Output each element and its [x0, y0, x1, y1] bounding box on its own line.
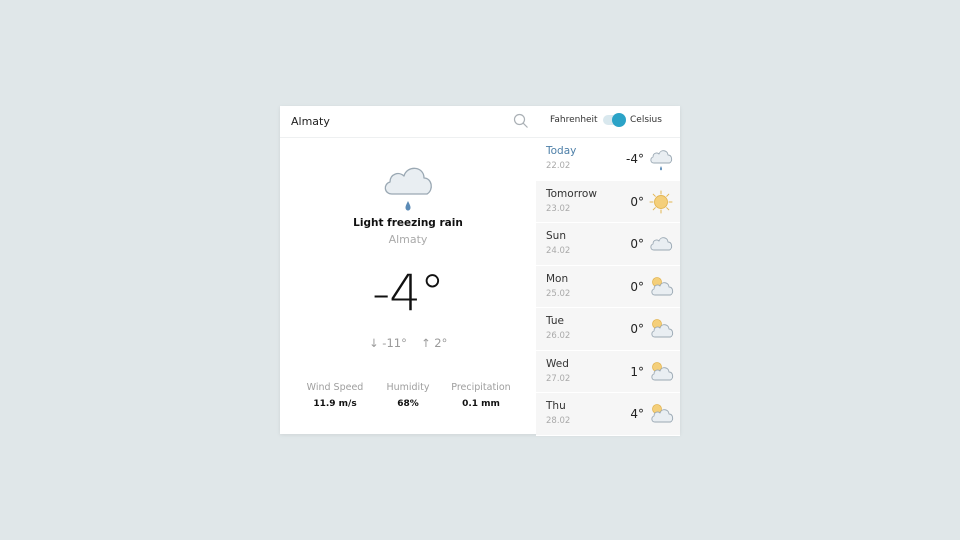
forecast-date: 23.02	[546, 203, 571, 214]
forecast-row-tomorrow[interactable]: Tomorrow 23.02 0°	[536, 180, 680, 223]
partly-cloudy-icon	[651, 404, 674, 423]
forecast-temp: 0°	[630, 279, 644, 294]
forecast-temp: 0°	[630, 237, 644, 251]
sun-icon	[649, 190, 673, 213]
forecast-date: 28.02	[546, 416, 571, 426]
forecast-day: Thu	[546, 400, 566, 412]
weather-card: Fahrenheit Celsius Light freezing rain A…	[280, 106, 680, 436]
forecast-row-sun[interactable]: Sun 24.02 0°	[536, 223, 680, 266]
unit-toggle[interactable]	[603, 113, 626, 127]
cloud-rain-icon	[650, 150, 673, 171]
forecast-temp: 4°	[630, 407, 644, 421]
celsius-label[interactable]: Celsius	[630, 115, 662, 125]
forecast-temp: -4°	[626, 152, 644, 166]
forecast-date: 24.02	[546, 246, 571, 256]
forecast-day: Tomorrow	[546, 187, 597, 200]
forecast-day: Wed	[546, 357, 569, 370]
max-temperature: ↑ 2°	[421, 336, 447, 350]
cloud-icon	[650, 237, 673, 251]
partly-cloudy-icon	[651, 361, 674, 380]
forecast-day: Today	[546, 145, 577, 157]
forecast-day: Tue	[546, 315, 564, 327]
forecast-row-today[interactable]: Today 22.02 -4°	[536, 138, 680, 181]
cloud-freezing-rain-icon	[384, 167, 432, 211]
current-weather: Light freezing rain Almaty -4° ↓ -11° ↑ …	[280, 138, 536, 434]
toggle-knob	[612, 113, 626, 127]
min-temperature-value: -11°	[382, 336, 407, 350]
forecast-date: 27.02	[546, 373, 571, 384]
forecast-day: Sun	[546, 230, 566, 242]
city-search-input[interactable]	[291, 112, 491, 130]
forecast-temp: 0°	[630, 194, 644, 209]
forecast-row-tue[interactable]: Tue 26.02 0°	[536, 308, 680, 351]
partly-cloudy-icon	[651, 319, 674, 338]
current-temperature: -4°	[372, 264, 445, 322]
forecast-temp: 0°	[630, 322, 644, 336]
forecast-date: 26.02	[546, 331, 571, 341]
forecast-row-wed[interactable]: Wed 27.02 1°	[536, 350, 680, 393]
forecast-date: 25.02	[546, 288, 571, 299]
forecast-temp: 1°	[630, 364, 644, 379]
top-bar: Fahrenheit Celsius	[280, 106, 680, 138]
forecast-day: Mon	[546, 272, 569, 285]
arrow-down-icon: ↓	[369, 336, 379, 350]
stat-label: Precipitation	[451, 382, 511, 393]
max-temperature-value: 2°	[434, 336, 448, 350]
forecast-date: 22.02	[546, 161, 571, 171]
forecast-list: Today 22.02 -4° Tomorrow 23.02 0° Sun 24…	[536, 138, 680, 436]
arrow-up-icon: ↑	[421, 336, 431, 350]
min-temperature: ↓ -11°	[369, 336, 407, 350]
fahrenheit-label[interactable]: Fahrenheit	[550, 115, 598, 125]
current-city: Almaty	[388, 233, 428, 246]
condition-text: Light freezing rain	[353, 217, 463, 229]
forecast-row-thu[interactable]: Thu 28.02 4°	[536, 393, 680, 436]
partly-cloudy-icon	[651, 276, 674, 295]
stat-value: 0.1 mm	[462, 399, 500, 409]
search-icon[interactable]	[513, 113, 529, 129]
forecast-row-mon[interactable]: Mon 25.02 0°	[536, 265, 680, 308]
precipitation-stat: Precipitation 0.1 mm	[436, 382, 526, 409]
